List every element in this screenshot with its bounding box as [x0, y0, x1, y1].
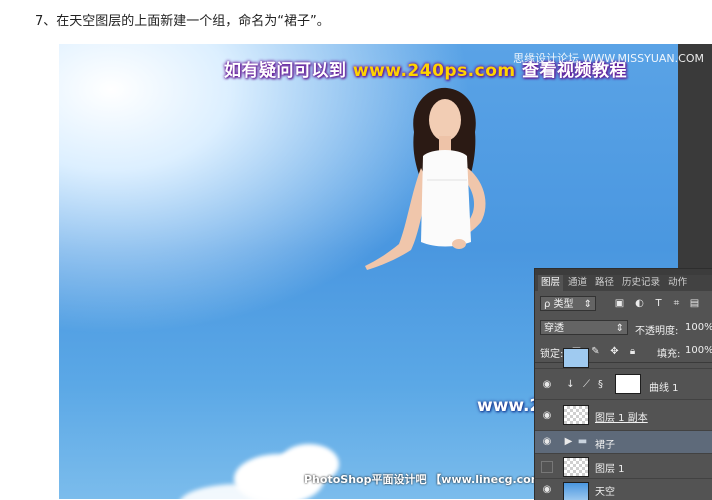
watermark-corner: 思缘设计论坛 WWW.MISSYUAN.COM [513, 52, 704, 65]
layer-name-sky[interactable]: 天空 [595, 483, 615, 498]
eye-icon[interactable]: ◉ [541, 410, 553, 421]
layer-row-curves[interactable]: ◉ ↓ ⟋ § 曲线 1 [535, 369, 712, 400]
filter-row: ρ 类型 ⇕ ▣ ◐ T ⌗ ▤ [535, 292, 712, 314]
tab-channels[interactable]: 通道 [565, 275, 590, 291]
step-caption: 7、在天空图层的上面新建一个组，命名为“裙子”。 [35, 14, 330, 29]
layer-row-layer1[interactable]: 图层 1 [535, 454, 712, 479]
shape-filter-icon[interactable]: ⌗ [671, 298, 682, 309]
clip-arrow-icon: ↓ [566, 379, 575, 390]
dropdown-arrow-icon: ⇕ [583, 299, 592, 310]
curves-adjustment-icon[interactable]: ⟋ [581, 379, 592, 390]
layer-name-curves[interactable]: 曲线 1 [649, 379, 679, 394]
tab-history[interactable]: 历史记录 [619, 275, 663, 291]
layer-thumbnail [563, 405, 589, 425]
opacity-label: 不透明度: [635, 326, 679, 337]
smart-object-filter-icon[interactable]: ▤ [689, 298, 700, 309]
layer-name-layer1-copy[interactable]: 图层 1 副本 [595, 409, 648, 424]
type-filter-icon[interactable]: T [653, 298, 664, 309]
layer-row-sky[interactable]: ◉ 天空 [535, 479, 712, 500]
lock-image-icon[interactable]: ✎ [590, 346, 601, 357]
blend-row: 穿透 ⇕ 不透明度: 100% [535, 317, 712, 339]
blend-mode-value: 穿透 [544, 323, 564, 334]
tab-layers[interactable]: 图层 [538, 275, 564, 291]
layer-name-group-skirt[interactable]: 裙子 [595, 436, 615, 451]
app-background-strip [678, 44, 712, 274]
expand-arrow-icon[interactable]: ▶ [563, 436, 574, 447]
layer-name-layer1[interactable]: 图层 1 [595, 460, 625, 475]
layer-thumbnail [563, 457, 589, 477]
layer-row-group-skirt[interactable]: ◉ ▶ ▬ 裙子 [535, 431, 712, 454]
fill-value[interactable]: 100% [685, 345, 712, 356]
watermark-top-url: www.240ps.com [352, 61, 516, 81]
lock-icon[interactable]: 🔒︎ [627, 346, 638, 357]
layers-list: ◉ ↓ ⟋ § 曲线 1 ◉ 图层 1 副本 ◉ ▶ ▬ 裙子 图层 1 ◉ 天… [535, 348, 712, 500]
lock-position-icon[interactable]: ✥ [609, 346, 620, 357]
layer-thumbnail [563, 482, 589, 500]
watermark-top-left: 如有疑问可以到 [224, 61, 347, 81]
tab-actions[interactable]: 动作 [665, 275, 690, 291]
layer-row-layer1-copy[interactable]: ◉ 图层 1 副本 [535, 400, 712, 431]
eye-icon[interactable]: ◉ [541, 436, 553, 447]
layers-panel: 图层 通道 路径 历史记录 动作 ρ 类型 ⇕ ▣ ◐ T ⌗ ▤ 穿透 ⇕ 不… [534, 268, 712, 500]
layer-row-partial[interactable] [535, 348, 712, 369]
eye-icon[interactable]: ◉ [541, 484, 553, 495]
layer-thumbnail [563, 348, 589, 368]
eye-icon[interactable]: ◉ [541, 379, 553, 390]
opacity-value[interactable]: 100% [685, 322, 712, 333]
blend-mode-select[interactable]: 穿透 ⇕ [540, 320, 628, 335]
folder-icon: ▬ [577, 436, 588, 447]
layer-mask-thumbnail[interactable] [615, 374, 641, 394]
panel-tabs: 图层 通道 路径 历史记录 动作 [535, 275, 712, 291]
link-icon[interactable]: § [595, 379, 606, 390]
filter-kind-label: ρ 类型 [544, 299, 574, 310]
adjustment-filter-icon[interactable]: ◐ [634, 298, 645, 309]
filter-kind-select[interactable]: ρ 类型 ⇕ [540, 296, 596, 311]
woman-figure [365, 87, 486, 270]
tab-paths[interactable]: 路径 [592, 275, 617, 291]
pixel-filter-icon[interactable]: ▣ [614, 298, 625, 309]
dropdown-arrow-icon: ⇕ [615, 323, 624, 334]
visibility-toggle-off[interactable] [541, 461, 553, 473]
